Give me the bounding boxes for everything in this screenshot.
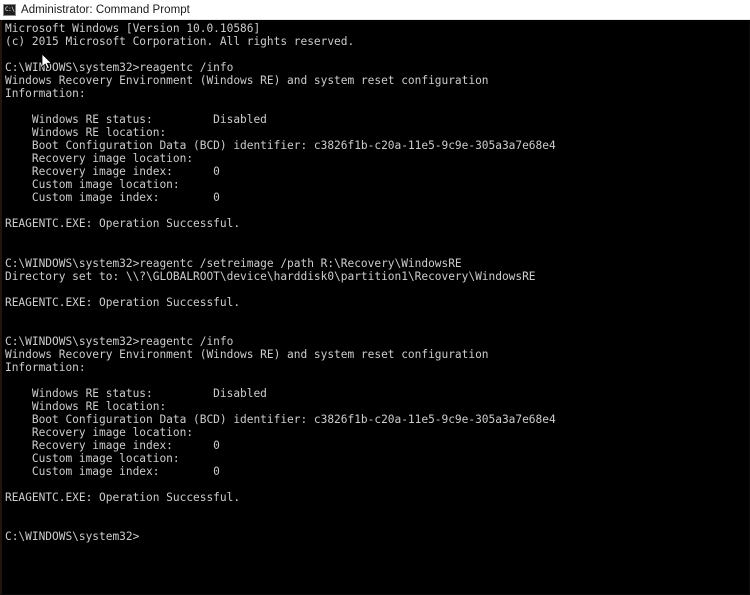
console-text: Microsoft Windows [Version 10.0.10586] (… — [5, 22, 556, 544]
window-title: Administrator: Command Prompt — [21, 3, 190, 16]
command-prompt-icon[interactable]: C:\ — [3, 3, 16, 16]
command-prompt-window: C:\ Administrator: Command Prompt Micros… — [0, 0, 750, 595]
console-output-area[interactable]: Microsoft Windows [Version 10.0.10586] (… — [0, 20, 750, 595]
command-prompt-icon-glyph: C:\ — [5, 5, 15, 13]
window-titlebar[interactable]: C:\ Administrator: Command Prompt — [0, 0, 750, 20]
